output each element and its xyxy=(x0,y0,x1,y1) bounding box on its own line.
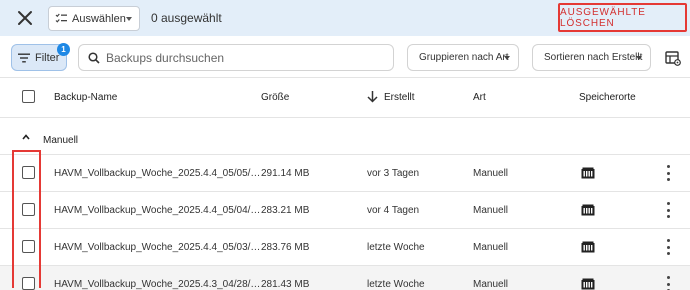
row-type: Manuell xyxy=(473,168,509,179)
group-by-label: Gruppieren nach Art xyxy=(419,52,509,63)
table-row[interactable]: HAVM_Vollbackup_Woche_2025.4.3_04/28/… 2… xyxy=(0,266,690,290)
group-header[interactable]: Manuell xyxy=(0,119,690,155)
row-type: Manuell xyxy=(473,242,509,253)
select-dropdown-label: Auswählen xyxy=(72,12,126,25)
row-checkbox[interactable] xyxy=(22,240,35,253)
column-header-locations[interactable]: Speicherorte xyxy=(579,92,636,103)
table-settings-icon[interactable] xyxy=(665,50,681,66)
row-created: letzte Woche xyxy=(367,279,425,290)
row-type: Manuell xyxy=(473,205,509,216)
row-checkbox[interactable] xyxy=(22,166,35,179)
group-by-dropdown[interactable]: Gruppieren nach Art xyxy=(407,44,519,71)
row-size: 291.14 MB xyxy=(261,168,310,179)
column-header-size[interactable]: Größe xyxy=(261,92,289,103)
table-row[interactable]: HAVM_Vollbackup_Woche_2025.4.4_05/05/… 2… xyxy=(0,155,690,192)
column-header-type[interactable]: Art xyxy=(473,92,486,103)
select-all-checkbox[interactable] xyxy=(22,90,35,103)
row-type: Manuell xyxy=(473,279,509,290)
storage-device-icon xyxy=(581,167,595,179)
more-vert-icon[interactable] xyxy=(665,202,671,218)
row-checkbox[interactable] xyxy=(22,277,35,290)
select-dropdown[interactable]: Auswählen xyxy=(48,6,140,31)
row-created: vor 3 Tagen xyxy=(367,168,420,179)
more-vert-icon[interactable] xyxy=(665,165,671,181)
row-created: vor 4 Tagen xyxy=(367,205,420,216)
filter-icon xyxy=(18,53,30,62)
chevron-down-icon xyxy=(636,56,642,60)
row-size: 283.21 MB xyxy=(261,205,310,216)
delete-selected-button[interactable]: AUSGEWÄHLTE LÖSCHEN xyxy=(558,3,687,32)
table-header: Backup-Name Größe Erstellt Art Speichero… xyxy=(0,78,690,118)
column-header-created[interactable]: Erstellt xyxy=(384,92,415,103)
row-name: HAVM_Vollbackup_Woche_2025.4.4_05/05/… xyxy=(54,168,261,179)
row-name: HAVM_Vollbackup_Woche_2025.4.4_05/04/… xyxy=(54,205,261,216)
chevron-down-icon xyxy=(126,17,132,21)
sort-by-label: Sortieren nach Erstellt xyxy=(544,52,643,63)
checklist-icon xyxy=(55,13,67,23)
sort-by-dropdown[interactable]: Sortieren nach Erstellt xyxy=(532,44,651,71)
selection-count: 0 ausgewählt xyxy=(151,11,222,25)
chevron-down-icon xyxy=(504,56,510,60)
storage-device-icon xyxy=(581,204,595,216)
row-size: 283.76 MB xyxy=(261,242,310,253)
more-vert-icon[interactable] xyxy=(665,239,671,255)
column-header-name[interactable]: Backup-Name xyxy=(54,92,117,103)
row-name: HAVM_Vollbackup_Woche_2025.4.4_05/03/… xyxy=(54,242,261,253)
storage-device-icon xyxy=(581,241,595,253)
search-icon xyxy=(88,51,100,64)
more-vert-icon[interactable] xyxy=(665,276,671,290)
table-row[interactable]: HAVM_Vollbackup_Woche_2025.4.4_05/03/… 2… xyxy=(0,229,690,266)
search-field[interactable] xyxy=(78,44,394,71)
toolbar: Filter Gruppieren nach Art Sortieren nac… xyxy=(0,36,690,78)
close-icon[interactable] xyxy=(16,9,34,27)
search-input[interactable] xyxy=(106,50,386,65)
filter-label: Filter xyxy=(35,51,60,64)
storage-device-icon xyxy=(581,278,595,290)
table-row[interactable]: HAVM_Vollbackup_Woche_2025.4.4_05/04/… 2… xyxy=(0,192,690,229)
selection-bar: Auswählen 0 ausgewählt AUSGEWÄHLTE LÖSCH… xyxy=(0,0,690,36)
row-created: letzte Woche xyxy=(367,242,425,253)
group-label: Manuell xyxy=(43,135,79,146)
chevron-up-icon[interactable] xyxy=(22,133,30,141)
filter-count-badge: 1 xyxy=(57,43,70,56)
row-size: 281.43 MB xyxy=(261,279,310,290)
row-name: HAVM_Vollbackup_Woche_2025.4.3_04/28/… xyxy=(54,279,261,290)
row-checkbox[interactable] xyxy=(22,203,35,216)
arrow-down-icon xyxy=(367,91,378,103)
